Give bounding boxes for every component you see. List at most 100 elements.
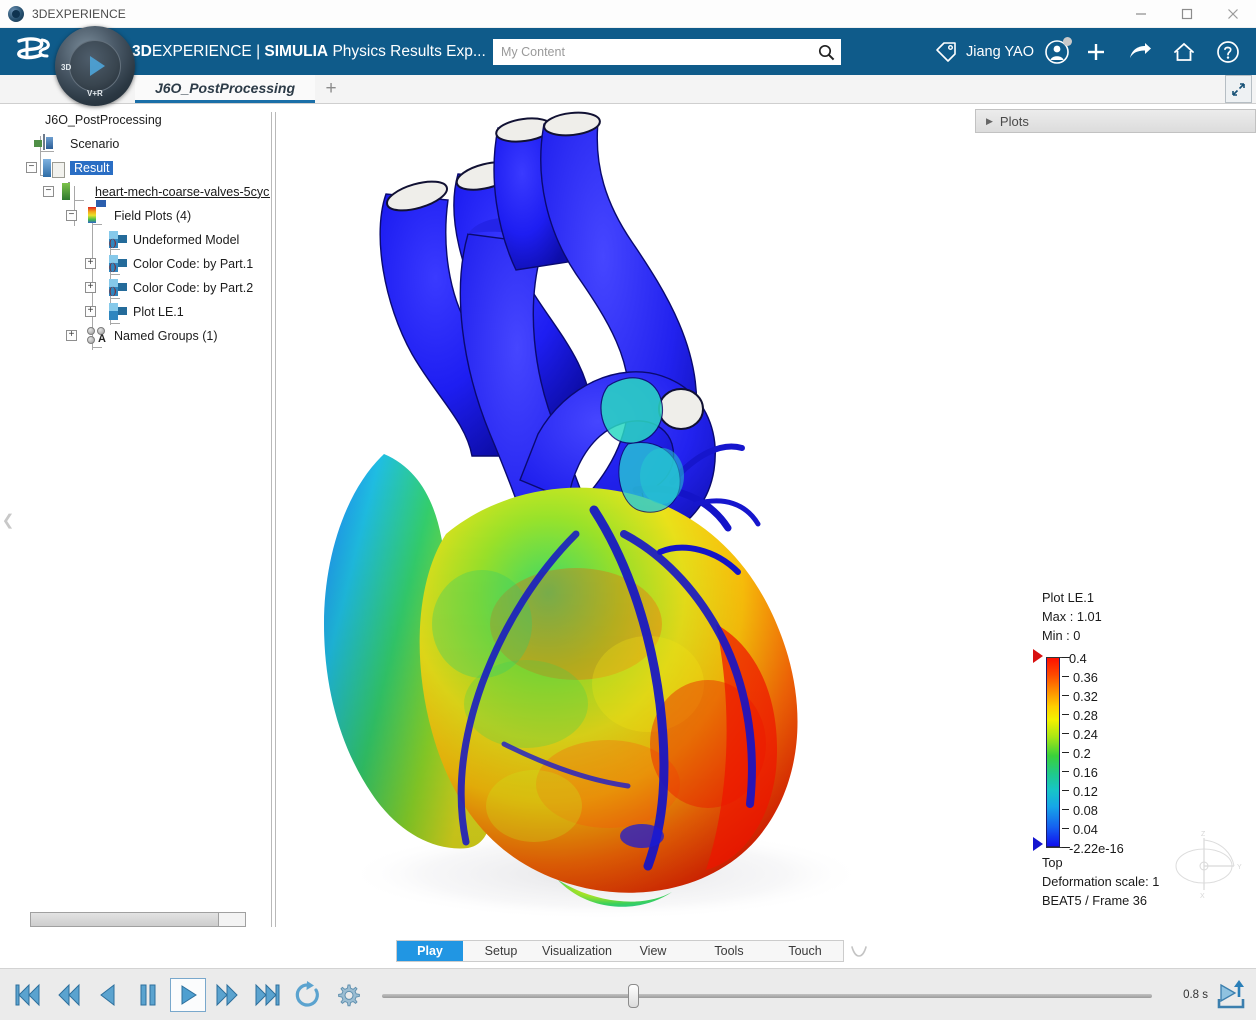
tree-item-label: heart-mech-coarse-valves-5cycles	[95, 184, 270, 199]
tab-play[interactable]: Play	[397, 941, 463, 961]
help-question-icon[interactable]	[1206, 28, 1250, 75]
tab-touch[interactable]: Touch	[767, 941, 843, 961]
tree-expander-color-code-2[interactable]: +	[85, 282, 96, 293]
tree-item-color-code-part-1[interactable]: + () Color Code: by Part.1	[85, 252, 270, 276]
legend-max-arrow-icon[interactable]	[1033, 649, 1043, 663]
share-arrow-icon[interactable]	[1118, 28, 1162, 75]
legend-colorbar-wrap: 0.4 0.36 0.32 0.28 0.24 0.2 0.16 0.12 0.…	[1033, 649, 1202, 856]
compass-widget-icon[interactable]: 3D V+R	[55, 26, 135, 106]
username-label[interactable]: Jiang YAO	[966, 44, 1040, 60]
tab-view[interactable]: View	[615, 941, 691, 961]
tree-horizontal-scrollbar[interactable]	[30, 912, 246, 927]
legend-tick	[1062, 733, 1069, 734]
legend-max: Max : 1.01	[1042, 609, 1102, 624]
bottom-action-tabs[interactable]: Play Setup Visualization View Tools Touc…	[396, 940, 844, 962]
brand-app-name: Physics Results Exp...	[332, 42, 486, 60]
document-tabstrip: J6O_PostProcessing +	[0, 75, 1256, 104]
legend-colorbar	[1046, 657, 1060, 847]
tree-expander-result[interactable]: −	[26, 162, 37, 173]
window-titlebar: 3DEXPERIENCE	[0, 0, 1256, 28]
plot-entry-icon: ()	[106, 230, 127, 250]
skip-to-end-button[interactable]	[248, 975, 288, 1015]
chevron-down-icon[interactable]	[846, 940, 872, 962]
tree-item-plot-le-1[interactable]: + Plot LE.1	[85, 300, 270, 324]
tree-item-result[interactable]: − Result	[26, 156, 270, 180]
avatar-status-dot	[1063, 37, 1072, 46]
user-avatar-icon[interactable]	[1040, 28, 1074, 75]
home-icon[interactable]	[1162, 28, 1206, 75]
tree-expander-field-plots[interactable]: −	[66, 210, 77, 221]
search-input[interactable]	[501, 40, 811, 64]
pause-button[interactable]	[128, 975, 168, 1015]
plus-icon[interactable]	[1074, 28, 1118, 75]
3d-viewport[interactable]: ▶ Plots Plot LE.1 Max: 1.01 Min: 0 0.4…	[276, 104, 1256, 934]
brand-separator: |	[256, 42, 261, 60]
plot-entry-icon: ()	[106, 254, 127, 274]
panel-collapse-chevron-icon[interactable]: ❮	[2, 505, 15, 535]
tree-item-label: Scenario	[70, 136, 120, 151]
legend-min: Min : 0	[1042, 628, 1081, 643]
rewind-button[interactable]	[48, 975, 88, 1015]
tree-item-scenario[interactable]: Scenario	[43, 132, 270, 156]
appbar-right-actions: Jiang YAO	[926, 28, 1250, 75]
compass-vr-label: V+R	[87, 89, 103, 98]
legend-tick-label: 0.4	[1069, 651, 1087, 666]
legend-tick-label: 0.04	[1073, 822, 1098, 837]
tree-item-named-groups[interactable]: + A Named Groups (1)	[66, 324, 270, 348]
step-back-button[interactable]	[88, 975, 128, 1015]
slider-thumb[interactable]	[628, 983, 640, 1008]
skip-to-start-button[interactable]	[8, 975, 48, 1015]
legend-tick	[1062, 676, 1069, 677]
window-title: 3DEXPERIENCE	[32, 6, 126, 21]
svg-text:Z: Z	[1201, 831, 1206, 838]
fast-forward-button[interactable]	[208, 975, 248, 1015]
scrollbar-thumb[interactable]	[31, 913, 219, 926]
tree-item-field-plots[interactable]: − Field Plots (4)	[66, 204, 270, 228]
tab-visualization[interactable]: Visualization	[539, 941, 615, 961]
search-icon[interactable]	[811, 39, 841, 65]
specification-tree[interactable]: J6O_PostProcessing Scenario − Result − h…	[12, 108, 270, 918]
close-button[interactable]	[1210, 0, 1256, 28]
export-animation-icon[interactable]	[1208, 973, 1256, 1017]
tree-item-label: Result	[70, 160, 114, 176]
svg-text:Y: Y	[1237, 864, 1242, 871]
maximize-button[interactable]	[1164, 0, 1210, 28]
tag-icon[interactable]	[926, 28, 966, 75]
tree-item-color-code-part-2[interactable]: + () Color Code: by Part.2	[85, 276, 270, 300]
tree-item-label: Color Code: by Part.2	[133, 280, 254, 295]
legend-tick	[1062, 657, 1069, 658]
expand-collapse-arrows-icon[interactable]	[1225, 75, 1252, 103]
legend-tick	[1062, 714, 1069, 715]
tree-item-root[interactable]: J6O_PostProcessing	[18, 108, 270, 132]
named-groups-icon: A	[87, 326, 108, 346]
legend-min-arrow-icon[interactable]	[1033, 837, 1043, 851]
play-button[interactable]	[170, 977, 206, 1012]
tree-item-label: Named Groups (1)	[114, 328, 218, 343]
compass-inner-dial[interactable]	[69, 40, 121, 92]
legend-tick	[1062, 771, 1069, 772]
tab-tools[interactable]: Tools	[691, 941, 767, 961]
dassault-systemes-3ds-logo-icon[interactable]	[8, 35, 60, 69]
tree-expander-color-code-1[interactable]: +	[85, 258, 96, 269]
compass-play-triangle-icon	[90, 56, 105, 76]
tab-j6o-postprocessing[interactable]: J6O_PostProcessing	[135, 75, 315, 103]
legend-title: Plot LE.1	[1042, 590, 1094, 605]
legend-tick	[1062, 847, 1069, 848]
plot-entry-icon	[106, 302, 127, 322]
svg-text:X: X	[1200, 893, 1205, 900]
tree-expander-named-groups[interactable]: +	[66, 330, 77, 341]
time-slider[interactable]	[382, 975, 1152, 1015]
loop-button[interactable]	[288, 975, 328, 1015]
slider-track[interactable]	[382, 993, 1152, 998]
tree-expander-plot-le-1[interactable]: +	[85, 306, 96, 317]
tree-item-undeformed-model[interactable]: () Undeformed Model	[106, 228, 270, 252]
legend-tick-label: -2.22e-16	[1069, 841, 1124, 856]
brand-3d: 3D	[132, 42, 152, 60]
tree-expander-simulation[interactable]: −	[43, 186, 54, 197]
new-tab-button[interactable]: +	[318, 77, 344, 101]
global-search[interactable]	[493, 39, 841, 65]
player-settings-button[interactable]	[328, 975, 368, 1015]
3dexperience-logo-icon	[8, 5, 24, 22]
tab-setup[interactable]: Setup	[463, 941, 539, 961]
minimize-button[interactable]	[1118, 0, 1164, 28]
